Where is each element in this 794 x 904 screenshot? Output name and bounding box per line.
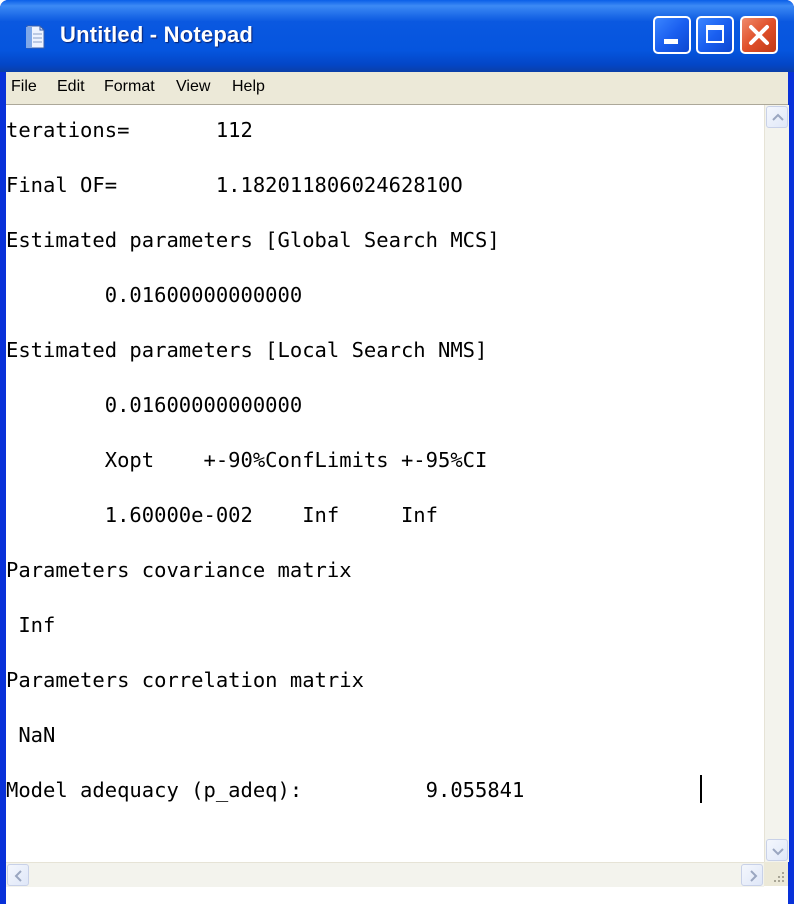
- editor-line: terations= 112: [6, 118, 253, 142]
- editor-line: 1.60000e-002 Inf Inf: [6, 503, 438, 527]
- scroll-down-button[interactable]: [766, 839, 788, 861]
- editor-line: Xopt +-90%ConfLimits +-95%CI: [6, 448, 488, 472]
- close-button[interactable]: [740, 16, 778, 54]
- editor-line: Final OF= 1.18201180602462810О: [6, 173, 463, 197]
- editor-line: 0.01600000000000: [6, 283, 303, 307]
- arrow-up-icon: [772, 113, 784, 121]
- arrow-down-icon: [772, 848, 784, 856]
- minimize-icon: [664, 39, 678, 44]
- resize-grip[interactable]: [764, 862, 788, 886]
- editor-line: Parameters covariance matrix: [6, 558, 352, 582]
- editor-line: 0.01600000000000: [6, 393, 303, 417]
- menu-view[interactable]: View: [176, 78, 210, 96]
- resize-grip-icon: [774, 872, 784, 882]
- maximize-icon: [706, 25, 724, 43]
- notepad-window: Untitled - Notepad File Edit Format View…: [0, 0, 794, 904]
- menu-format[interactable]: Format: [104, 78, 155, 96]
- scroll-right-button[interactable]: [741, 864, 763, 886]
- text-editor[interactable]: terations= 112 Final OF= 1.1820118060246…: [6, 105, 764, 862]
- maximize-button[interactable]: [696, 16, 734, 54]
- editor-line: Estimated parameters [Global Search MCS]: [6, 228, 500, 252]
- scroll-left-button[interactable]: [7, 864, 29, 886]
- window-title: Untitled - Notepad: [60, 22, 254, 47]
- vertical-scrollbar[interactable]: [764, 105, 789, 862]
- title-bar[interactable]: Untitled - Notepad: [0, 0, 794, 72]
- editor-line: NaN: [6, 723, 56, 747]
- horizontal-scrollbar[interactable]: [6, 862, 764, 887]
- minimize-button[interactable]: [653, 16, 691, 54]
- arrow-right-icon: [750, 870, 758, 882]
- text-caret: [700, 775, 702, 803]
- close-icon: [749, 25, 769, 45]
- editor-client: terations= 112 Final OF= 1.1820118060246…: [6, 105, 789, 904]
- editor-line: Estimated parameters [Local Search NMS]: [6, 338, 488, 362]
- editor-line: Parameters correlation matrix: [6, 668, 364, 692]
- arrow-left-icon: [14, 870, 22, 882]
- menu-file[interactable]: File: [11, 78, 37, 96]
- menu-bar: File Edit Format View Help: [6, 72, 788, 105]
- editor-line: Inf: [6, 613, 56, 637]
- editor-line: Model adequacy (p_adeq): 9.055841: [6, 778, 525, 802]
- menu-edit[interactable]: Edit: [57, 78, 85, 96]
- notepad-icon[interactable]: [24, 25, 46, 49]
- menu-help[interactable]: Help: [232, 78, 265, 96]
- scroll-up-button[interactable]: [766, 106, 788, 128]
